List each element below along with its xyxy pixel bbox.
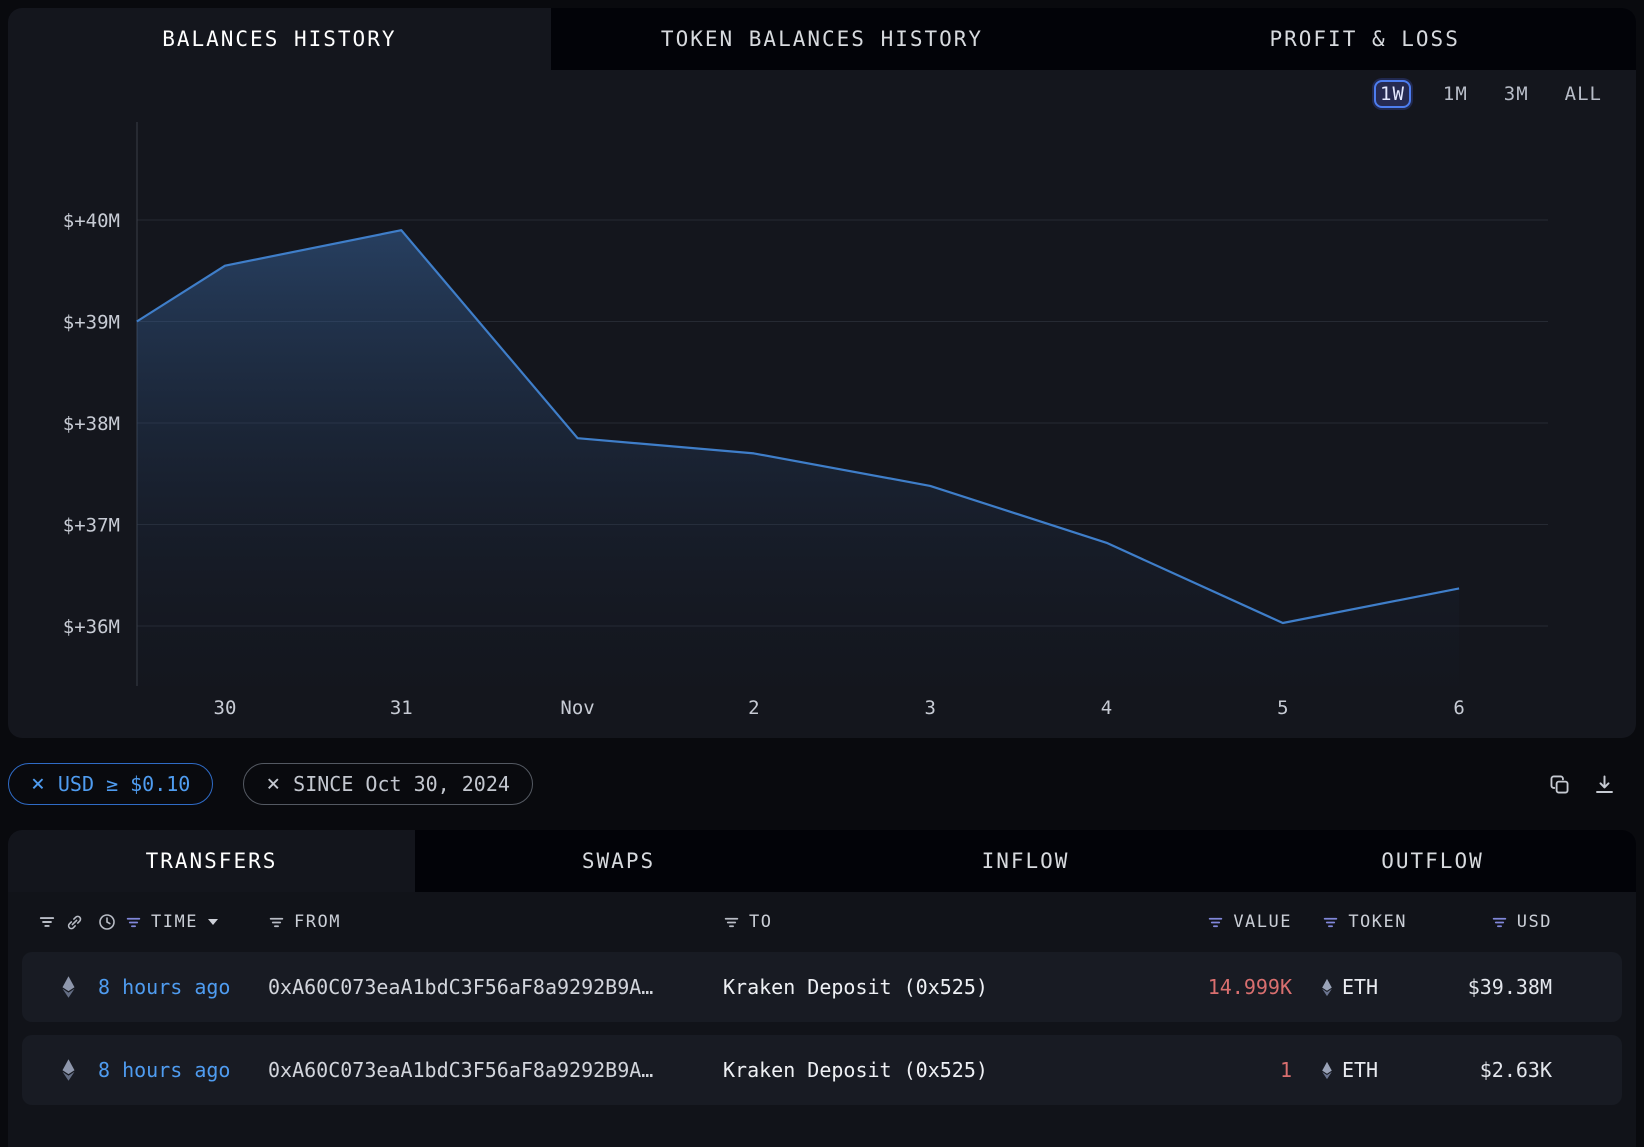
balances-panel: BALANCES HISTORY TOKEN BALANCES HISTORY … [8, 8, 1636, 738]
sort-icon[interactable] [723, 914, 740, 931]
filter-bar: × USD ≥ $0.10 × SINCE Oct 30, 2024 [0, 738, 1644, 830]
ethereum-icon [1321, 978, 1333, 997]
filter-chip-label: USD ≥ $0.10 [58, 772, 190, 796]
svg-text:$+38M: $+38M [63, 413, 120, 435]
col-label-token: TOKEN [1348, 912, 1407, 932]
copy-icon[interactable] [1548, 773, 1571, 796]
svg-text:$+40M: $+40M [63, 210, 120, 232]
sort-icon[interactable] [1322, 914, 1339, 931]
row-usd: $2.63K [1407, 1058, 1552, 1082]
col-label-to: TO [749, 912, 772, 932]
filter-chip-label: SINCE Oct 30, 2024 [293, 772, 510, 796]
svg-text:Nov: Nov [560, 697, 594, 719]
transfers-panel: TRANSFERS SWAPS INFLOW OUTFLOW TIME FROM [8, 830, 1636, 1147]
tab-label: TOKEN BALANCES HISTORY [661, 27, 983, 51]
row-from-address[interactable]: 0xA60C073eaA1bdC3F56aF8a9292B9A… [268, 975, 723, 999]
tab-label: SWAPS [582, 849, 655, 873]
table-tab-strip: TRANSFERS SWAPS INFLOW OUTFLOW [8, 830, 1636, 892]
col-label-value: VALUE [1233, 912, 1292, 932]
caret-down-icon[interactable] [207, 918, 219, 926]
svg-text:3: 3 [924, 697, 935, 719]
col-label-usd: USD [1517, 912, 1552, 932]
download-icon[interactable] [1593, 773, 1616, 796]
ethereum-icon [1321, 1061, 1333, 1080]
col-header-usd[interactable]: USD [1407, 912, 1552, 932]
row-to-entity[interactable]: Kraken Deposit (0x525) [723, 975, 1142, 999]
chart-tab-strip: BALANCES HISTORY TOKEN BALANCES HISTORY … [8, 8, 1636, 70]
filter-icon[interactable] [38, 913, 56, 931]
tab-label: OUTFLOW [1381, 849, 1484, 873]
tab-label: INFLOW [982, 849, 1070, 873]
filter-bar-actions [1548, 773, 1616, 796]
col-header-time[interactable]: TIME [98, 912, 268, 932]
row-usd: $39.38M [1407, 975, 1552, 999]
clock-icon [98, 913, 116, 931]
sort-icon[interactable] [1491, 914, 1508, 931]
svg-text:$+36M: $+36M [63, 616, 120, 638]
remove-filter-icon[interactable]: × [31, 773, 45, 796]
ethereum-icon [61, 975, 76, 999]
row-token-symbol: ETH [1342, 1058, 1378, 1082]
sort-icon[interactable] [1207, 914, 1224, 931]
svg-text:$+37M: $+37M [63, 515, 120, 537]
row-token[interactable]: ETH [1292, 1058, 1407, 1082]
row-value: 1 [1142, 1058, 1292, 1082]
col-header-from[interactable]: FROM [268, 912, 723, 932]
row-token[interactable]: ETH [1292, 975, 1407, 999]
col-header-value[interactable]: VALUE [1142, 912, 1292, 932]
row-time-link[interactable]: 8 hours ago [98, 1058, 268, 1082]
svg-text:$+39M: $+39M [63, 312, 120, 334]
table-header: TIME FROM TO VALUE TOKEN USD [22, 892, 1622, 952]
ethereum-icon [61, 1058, 76, 1082]
row-token-symbol: ETH [1342, 975, 1378, 999]
svg-text:31: 31 [390, 697, 413, 719]
tab-outflow[interactable]: OUTFLOW [1229, 830, 1636, 892]
row-from-address[interactable]: 0xA60C073eaA1bdC3F56aF8a9292B9A… [268, 1058, 723, 1082]
range-3m[interactable]: 3M [1500, 81, 1533, 107]
range-1m[interactable]: 1M [1439, 81, 1472, 107]
tab-token-balances-history[interactable]: TOKEN BALANCES HISTORY [551, 8, 1094, 70]
tab-label: BALANCES HISTORY [162, 27, 396, 51]
remove-filter-icon[interactable]: × [266, 773, 280, 796]
header-tools [38, 913, 98, 932]
range-selector: 1W 1M 3M ALL [8, 70, 1636, 118]
link-icon[interactable] [65, 913, 84, 932]
row-time-link[interactable]: 8 hours ago [98, 975, 268, 999]
chain-icon-cell [38, 975, 98, 999]
range-all[interactable]: ALL [1561, 81, 1606, 107]
tab-profit-loss[interactable]: PROFIT & LOSS [1093, 8, 1636, 70]
svg-text:6: 6 [1453, 697, 1464, 719]
svg-text:4: 4 [1101, 697, 1112, 719]
col-label-from: FROM [294, 912, 341, 932]
svg-text:2: 2 [748, 697, 759, 719]
sort-icon[interactable] [125, 914, 142, 931]
table-row[interactable]: 8 hours ago 0xA60C073eaA1bdC3F56aF8a9292… [22, 952, 1622, 1022]
balance-chart: $+40M $+39M $+38M $+37M $+36M 30 31 Nov 2 3 4 5 6 [8, 118, 1636, 738]
filter-chip-since[interactable]: × SINCE Oct 30, 2024 [243, 763, 533, 805]
svg-text:30: 30 [214, 697, 237, 719]
tab-balances-history[interactable]: BALANCES HISTORY [8, 8, 551, 70]
row-value: 14.999K [1142, 975, 1292, 999]
col-header-to[interactable]: TO [723, 912, 1142, 932]
tab-transfers[interactable]: TRANSFERS [8, 830, 415, 892]
filter-chip-usd[interactable]: × USD ≥ $0.10 [8, 763, 213, 805]
range-1w[interactable]: 1W [1374, 80, 1411, 108]
tab-swaps[interactable]: SWAPS [415, 830, 822, 892]
sort-icon[interactable] [268, 914, 285, 931]
tab-label: PROFIT & LOSS [1269, 27, 1459, 51]
col-header-token[interactable]: TOKEN [1292, 912, 1407, 932]
table-row[interactable]: 8 hours ago 0xA60C073eaA1bdC3F56aF8a9292… [22, 1035, 1622, 1105]
tab-label: TRANSFERS [146, 849, 278, 873]
svg-text:5: 5 [1277, 697, 1288, 719]
row-to-entity[interactable]: Kraken Deposit (0x525) [723, 1058, 1142, 1082]
tab-inflow[interactable]: INFLOW [822, 830, 1229, 892]
col-label-time: TIME [151, 912, 198, 932]
chain-icon-cell [38, 1058, 98, 1082]
